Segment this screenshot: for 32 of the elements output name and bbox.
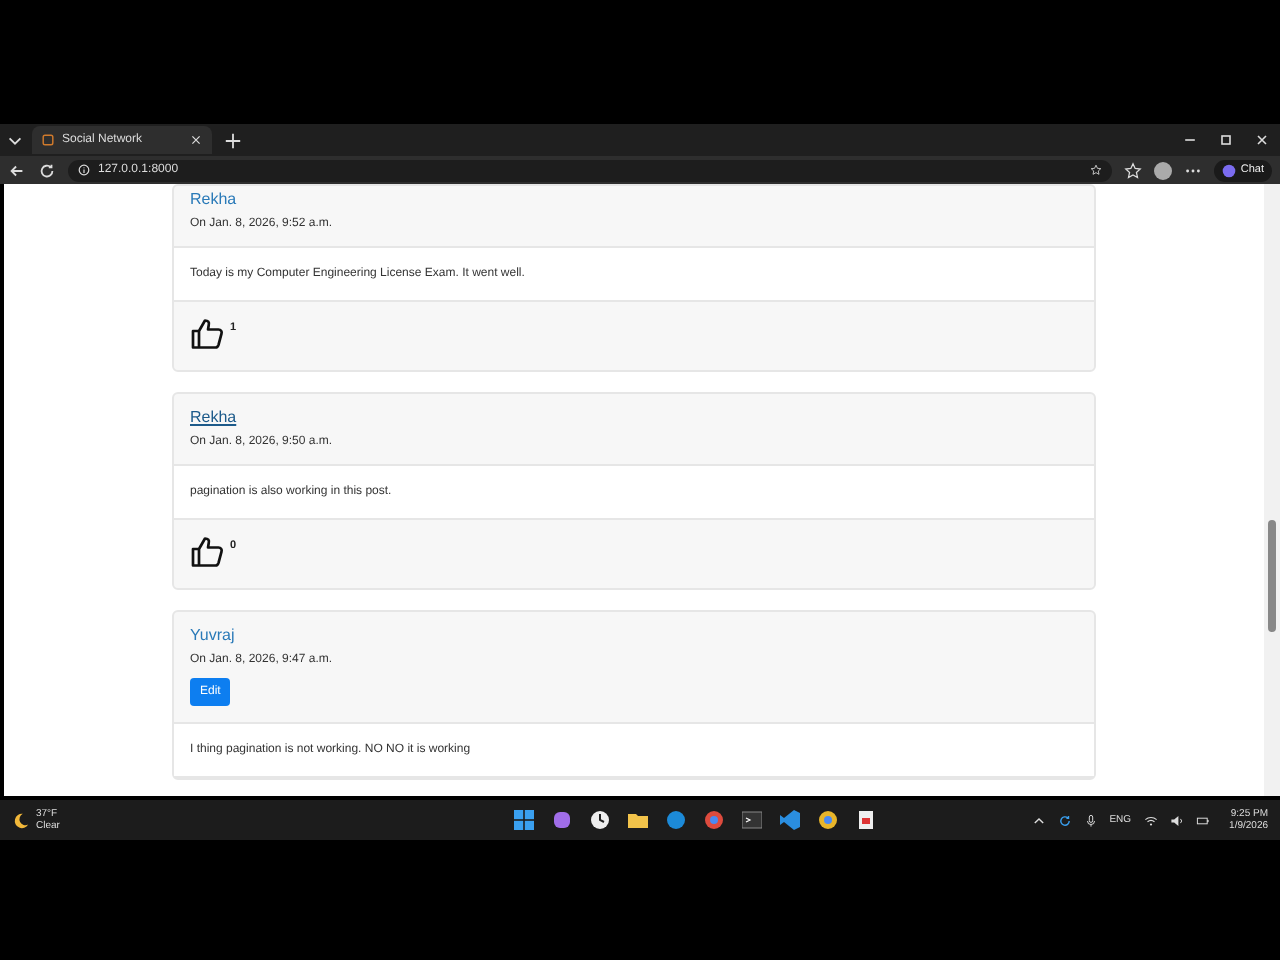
speaker-icon[interactable] xyxy=(1169,813,1184,827)
browser-icon[interactable] xyxy=(818,810,839,830)
profile-avatar[interactable] xyxy=(1154,161,1173,179)
star-icon[interactable] xyxy=(1090,164,1103,176)
document-icon[interactable] xyxy=(856,810,877,830)
page-icon xyxy=(42,134,54,146)
browser-icon[interactable] xyxy=(704,810,725,830)
start-icon[interactable] xyxy=(514,810,535,830)
close-icon[interactable] xyxy=(190,134,202,146)
sync-icon[interactable] xyxy=(1057,813,1072,827)
moon-icon xyxy=(12,811,30,829)
author-link[interactable]: Rekha xyxy=(190,408,237,426)
code-editor-icon[interactable] xyxy=(780,810,801,830)
maximize-icon[interactable] xyxy=(1218,132,1234,148)
thumbs-up-icon[interactable] xyxy=(190,316,226,352)
star-icon[interactable] xyxy=(1124,161,1143,179)
folder-icon[interactable] xyxy=(628,810,649,830)
thumbs-up-icon[interactable] xyxy=(190,534,226,570)
battery-icon[interactable] xyxy=(1195,813,1210,827)
clock-icon[interactable] xyxy=(590,810,611,830)
info-icon xyxy=(78,164,90,176)
reload-icon[interactable] xyxy=(38,161,56,179)
author-link[interactable]: Rekha xyxy=(190,190,237,208)
back-icon[interactable] xyxy=(8,161,26,179)
chevron-up-icon[interactable] xyxy=(1031,813,1046,827)
wifi-icon[interactable] xyxy=(1143,813,1158,827)
close-icon[interactable] xyxy=(1254,132,1270,148)
microphone-icon[interactable] xyxy=(1083,813,1098,827)
browser-icon[interactable] xyxy=(666,810,687,830)
plus-icon[interactable] xyxy=(224,131,242,149)
terminal-icon[interactable] xyxy=(742,810,763,830)
author-link[interactable]: Yuvraj xyxy=(190,626,235,644)
